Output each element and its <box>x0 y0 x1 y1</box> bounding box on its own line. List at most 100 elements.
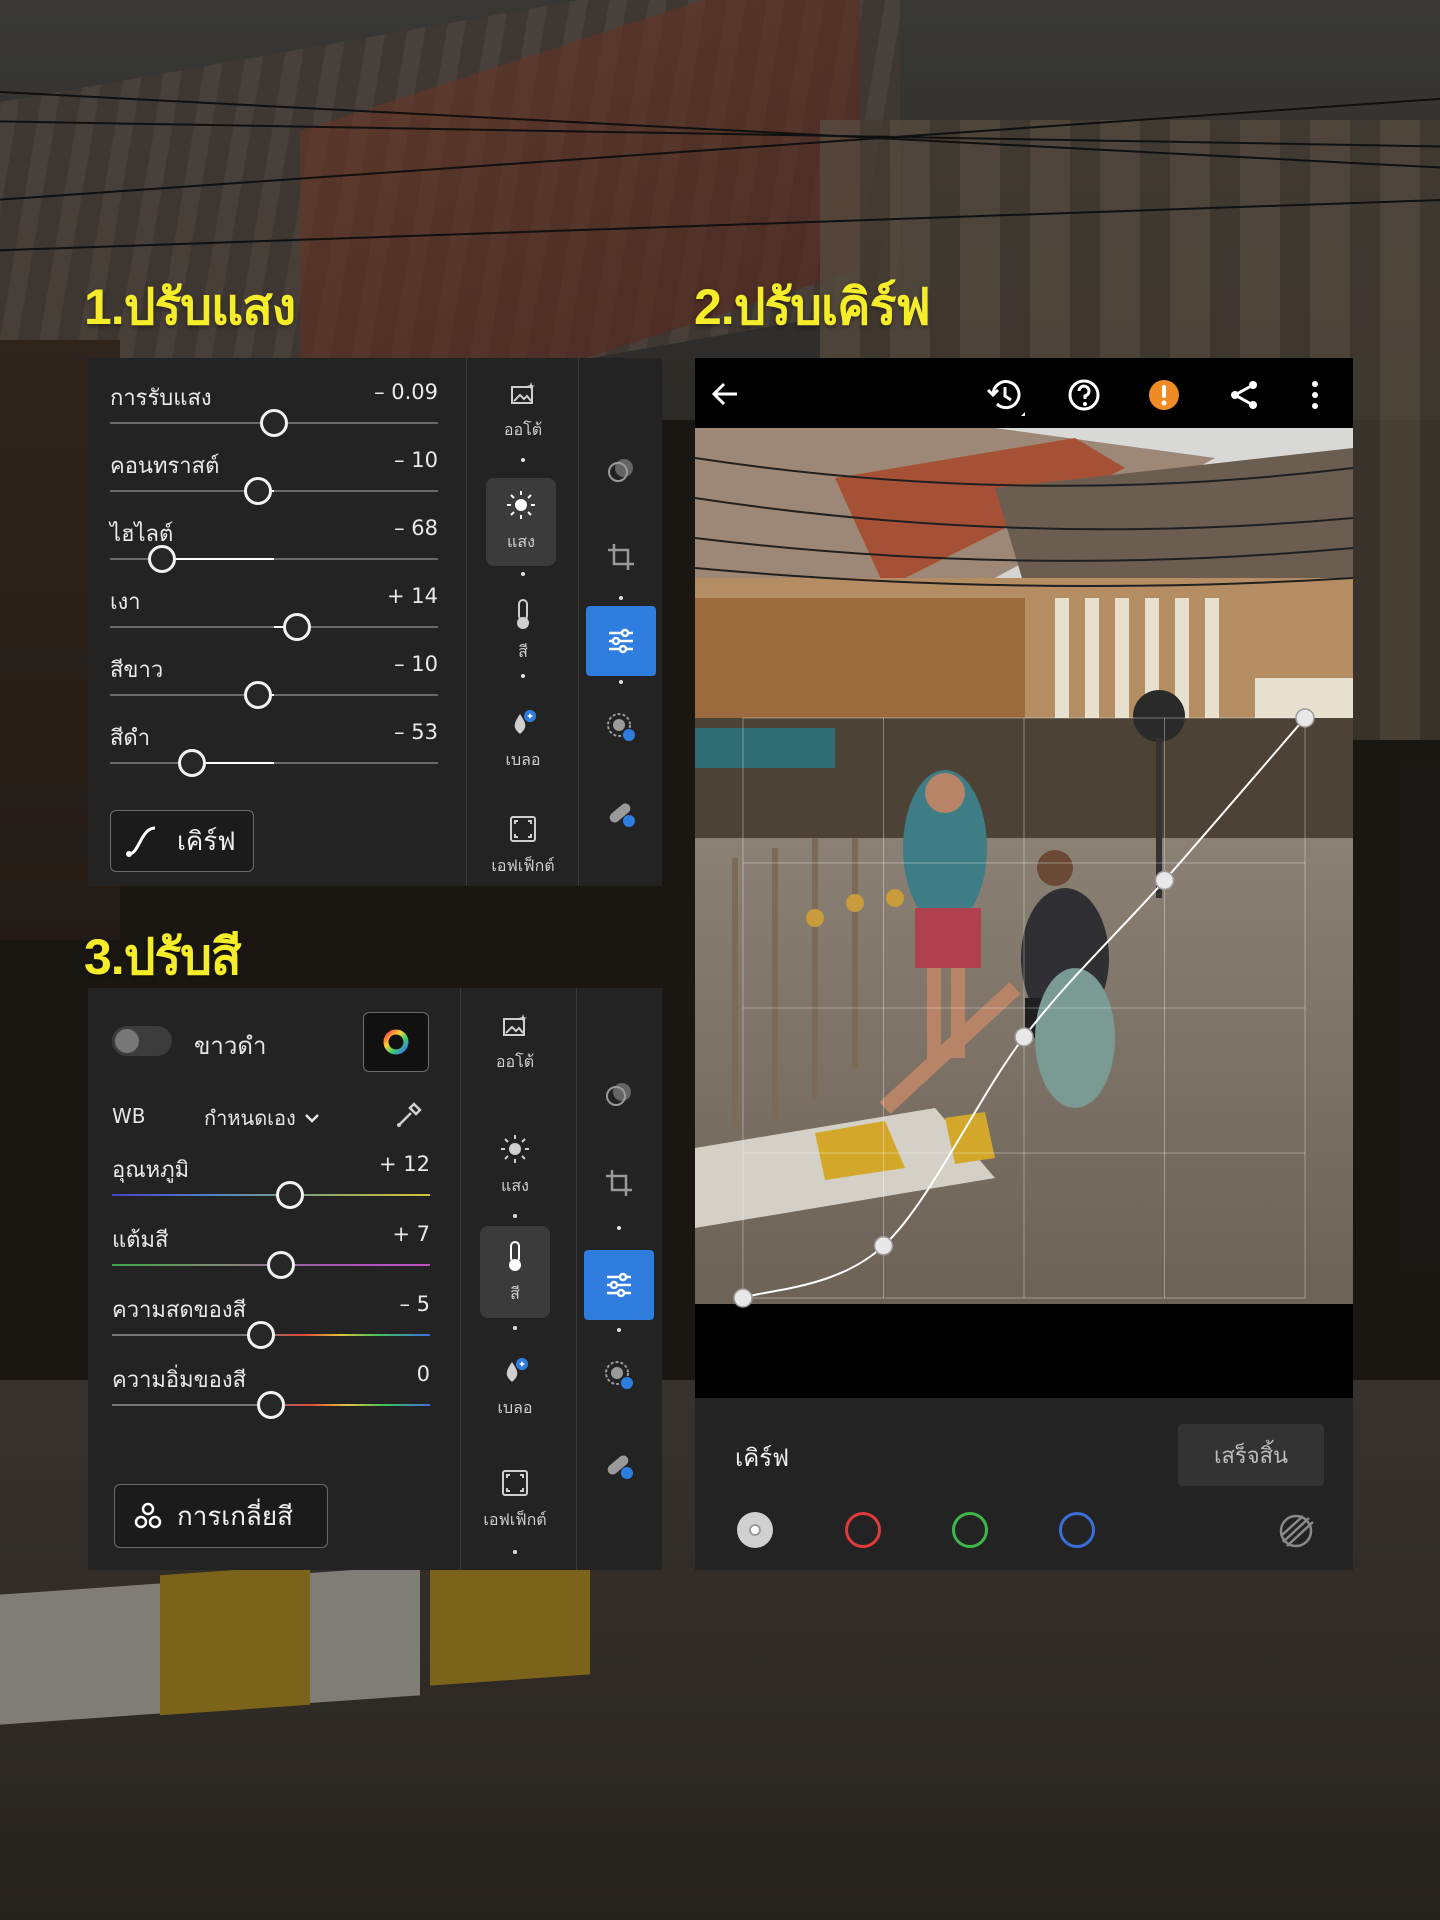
tool-color[interactable]: สี <box>488 598 558 666</box>
curve-control-point[interactable] <box>873 1236 894 1256</box>
tool-color[interactable]: สี <box>480 1226 550 1318</box>
crop-icon <box>606 1170 632 1196</box>
tool-label: แสง <box>507 532 535 551</box>
presets-icon <box>606 1083 631 1106</box>
rail-crop-button[interactable] <box>586 522 656 592</box>
slider-tint[interactable]: แต้มสี + 7 <box>112 1222 430 1290</box>
bw-toggle[interactable] <box>112 1026 172 1056</box>
slider-value: 0 <box>416 1362 430 1386</box>
done-button[interactable]: เสร็จสิ้น <box>1178 1424 1324 1486</box>
tool-label: เอฟเฟ็กต์ <box>483 1510 547 1529</box>
slider-label: แต้มสี <box>112 1228 169 1253</box>
rail-mask-button[interactable] <box>584 1340 654 1410</box>
section-title-light: 1.ปรับแสง <box>84 279 296 335</box>
slider-highlights[interactable]: ไฮไลต์ – 68 <box>110 516 438 584</box>
curve-control-point[interactable] <box>1295 708 1315 728</box>
slider-knob[interactable] <box>178 749 206 777</box>
slider-label: สีดำ <box>110 726 151 751</box>
tool-label: สี <box>510 1284 520 1303</box>
slider-knob[interactable] <box>260 409 288 437</box>
auto-photo-icon <box>511 382 535 404</box>
slider-exposure[interactable]: การรับแสง – 0.09 <box>110 380 438 448</box>
thermometer-icon <box>509 1241 521 1271</box>
slider-track <box>110 490 438 492</box>
channel-red-button[interactable] <box>845 1512 881 1548</box>
rail-heal-button[interactable] <box>586 778 656 848</box>
curve-icon <box>126 826 156 857</box>
rail-presets-button[interactable] <box>586 436 656 506</box>
tool-blur[interactable]: เบลอ <box>488 708 558 776</box>
curve-button-label: เคิร์ฟ <box>177 826 236 857</box>
presets-icon <box>608 459 633 482</box>
slider-value: – 10 <box>394 652 438 676</box>
slider-value: – 53 <box>394 720 438 744</box>
tool-effects[interactable]: เอฟเฟ็กต์ <box>480 1468 550 1536</box>
rail-crop-button[interactable] <box>584 1148 654 1218</box>
slider-value: – 5 <box>399 1292 430 1316</box>
color-wheel-button[interactable] <box>363 1012 429 1072</box>
light-sliders: การรับแสง – 0.09 คอนทราสต์ – 10 ไฮไลต์ –… <box>110 380 438 810</box>
slider-vibrance[interactable]: ความสดของสี – 5 <box>112 1292 430 1360</box>
curve-editor-screen: เคิร์ฟ เสร็จสิ้น <box>695 358 1353 1570</box>
slider-label: การรับแสง <box>110 386 212 411</box>
curve-control-point[interactable] <box>1154 870 1175 891</box>
curve-bottom-panel: เคิร์ฟ เสร็จสิ้น <box>695 1398 1353 1570</box>
slider-knob[interactable] <box>276 1181 305 1209</box>
curve-control-point[interactable] <box>1014 1027 1034 1047</box>
slider-blacks[interactable]: สีดำ – 53 <box>110 720 438 788</box>
auto-photo-icon <box>503 1014 527 1036</box>
mask-icon <box>605 1361 633 1389</box>
blur-drop-icon <box>506 1358 528 1382</box>
tool-label: สี <box>518 642 528 661</box>
slider-knob[interactable] <box>247 1321 276 1349</box>
wb-mode-dropdown[interactable]: กำหนดเอง <box>204 1102 320 1134</box>
slider-knob[interactable] <box>243 681 272 709</box>
rail-mask-button[interactable] <box>586 692 656 762</box>
slider-label: ความสดของสี <box>112 1298 247 1323</box>
tool-effects[interactable]: เอฟเฟ็กต์ <box>488 814 558 882</box>
slider-shadows[interactable]: เงา + 14 <box>110 584 438 652</box>
done-button-label: เสร็จสิ้น <box>1213 1443 1289 1469</box>
color-mix-button[interactable]: การเกลี่ยสี <box>114 1484 328 1548</box>
tool-light[interactable]: แสง <box>486 478 556 566</box>
curve-control-point[interactable] <box>733 1288 753 1308</box>
slider-knob[interactable] <box>243 477 272 505</box>
bandage-icon <box>609 803 635 827</box>
bandage-icon <box>607 1455 633 1479</box>
channel-blue-button[interactable] <box>1059 1512 1095 1548</box>
bw-label: ขาวดำ <box>194 1032 267 1060</box>
slider-whites[interactable]: สีขาว – 10 <box>110 652 438 720</box>
wb-label: WB <box>112 1104 146 1128</box>
slider-knob[interactable] <box>148 545 177 573</box>
slider-label: สีขาว <box>110 658 164 683</box>
effects-frame-icon <box>510 816 536 842</box>
slider-knob[interactable] <box>266 1251 295 1279</box>
slider-label: เงา <box>110 590 141 615</box>
mask-icon <box>607 713 635 741</box>
rail-heal-button[interactable] <box>584 1430 654 1500</box>
curve-panel-title: เคิร์ฟ <box>735 1444 790 1472</box>
tool-auto[interactable]: ออโต้ <box>480 1012 550 1080</box>
slider-saturation[interactable]: ความอิ่มของสี 0 <box>112 1362 430 1430</box>
slider-knob[interactable] <box>282 613 311 641</box>
rail-edit-button[interactable] <box>584 1250 654 1320</box>
slider-label: คอนทราสต์ <box>110 454 220 479</box>
slider-temperature[interactable]: อุณหภูมิ + 12 <box>112 1152 430 1220</box>
effects-frame-icon <box>502 1470 528 1496</box>
slider-contrast[interactable]: คอนทราสต์ – 10 <box>110 448 438 516</box>
slider-value: – 10 <box>394 448 438 472</box>
rail-presets-button[interactable] <box>584 1060 654 1130</box>
tool-blur[interactable]: เบลอ <box>480 1356 550 1424</box>
color-sliders: อุณหภูมิ + 12 แต้มสี + 7 ความสดของสี – 5… <box>112 1152 430 1432</box>
tool-light[interactable]: แสง <box>480 1134 550 1202</box>
channel-green-button[interactable] <box>952 1512 988 1548</box>
curve-mode-icon[interactable] <box>1277 1512 1317 1550</box>
channel-luminance-button[interactable] <box>737 1512 773 1548</box>
tool-auto[interactable]: ออโต้ <box>488 380 558 448</box>
curve-button[interactable]: เคิร์ฟ <box>110 810 254 872</box>
tone-curve-overlay[interactable] <box>695 358 1353 1398</box>
rail-edit-button[interactable] <box>586 606 656 676</box>
color-wheel-icon <box>383 1029 409 1055</box>
eyedropper-icon[interactable] <box>394 1100 424 1130</box>
slider-knob[interactable] <box>257 1391 285 1419</box>
